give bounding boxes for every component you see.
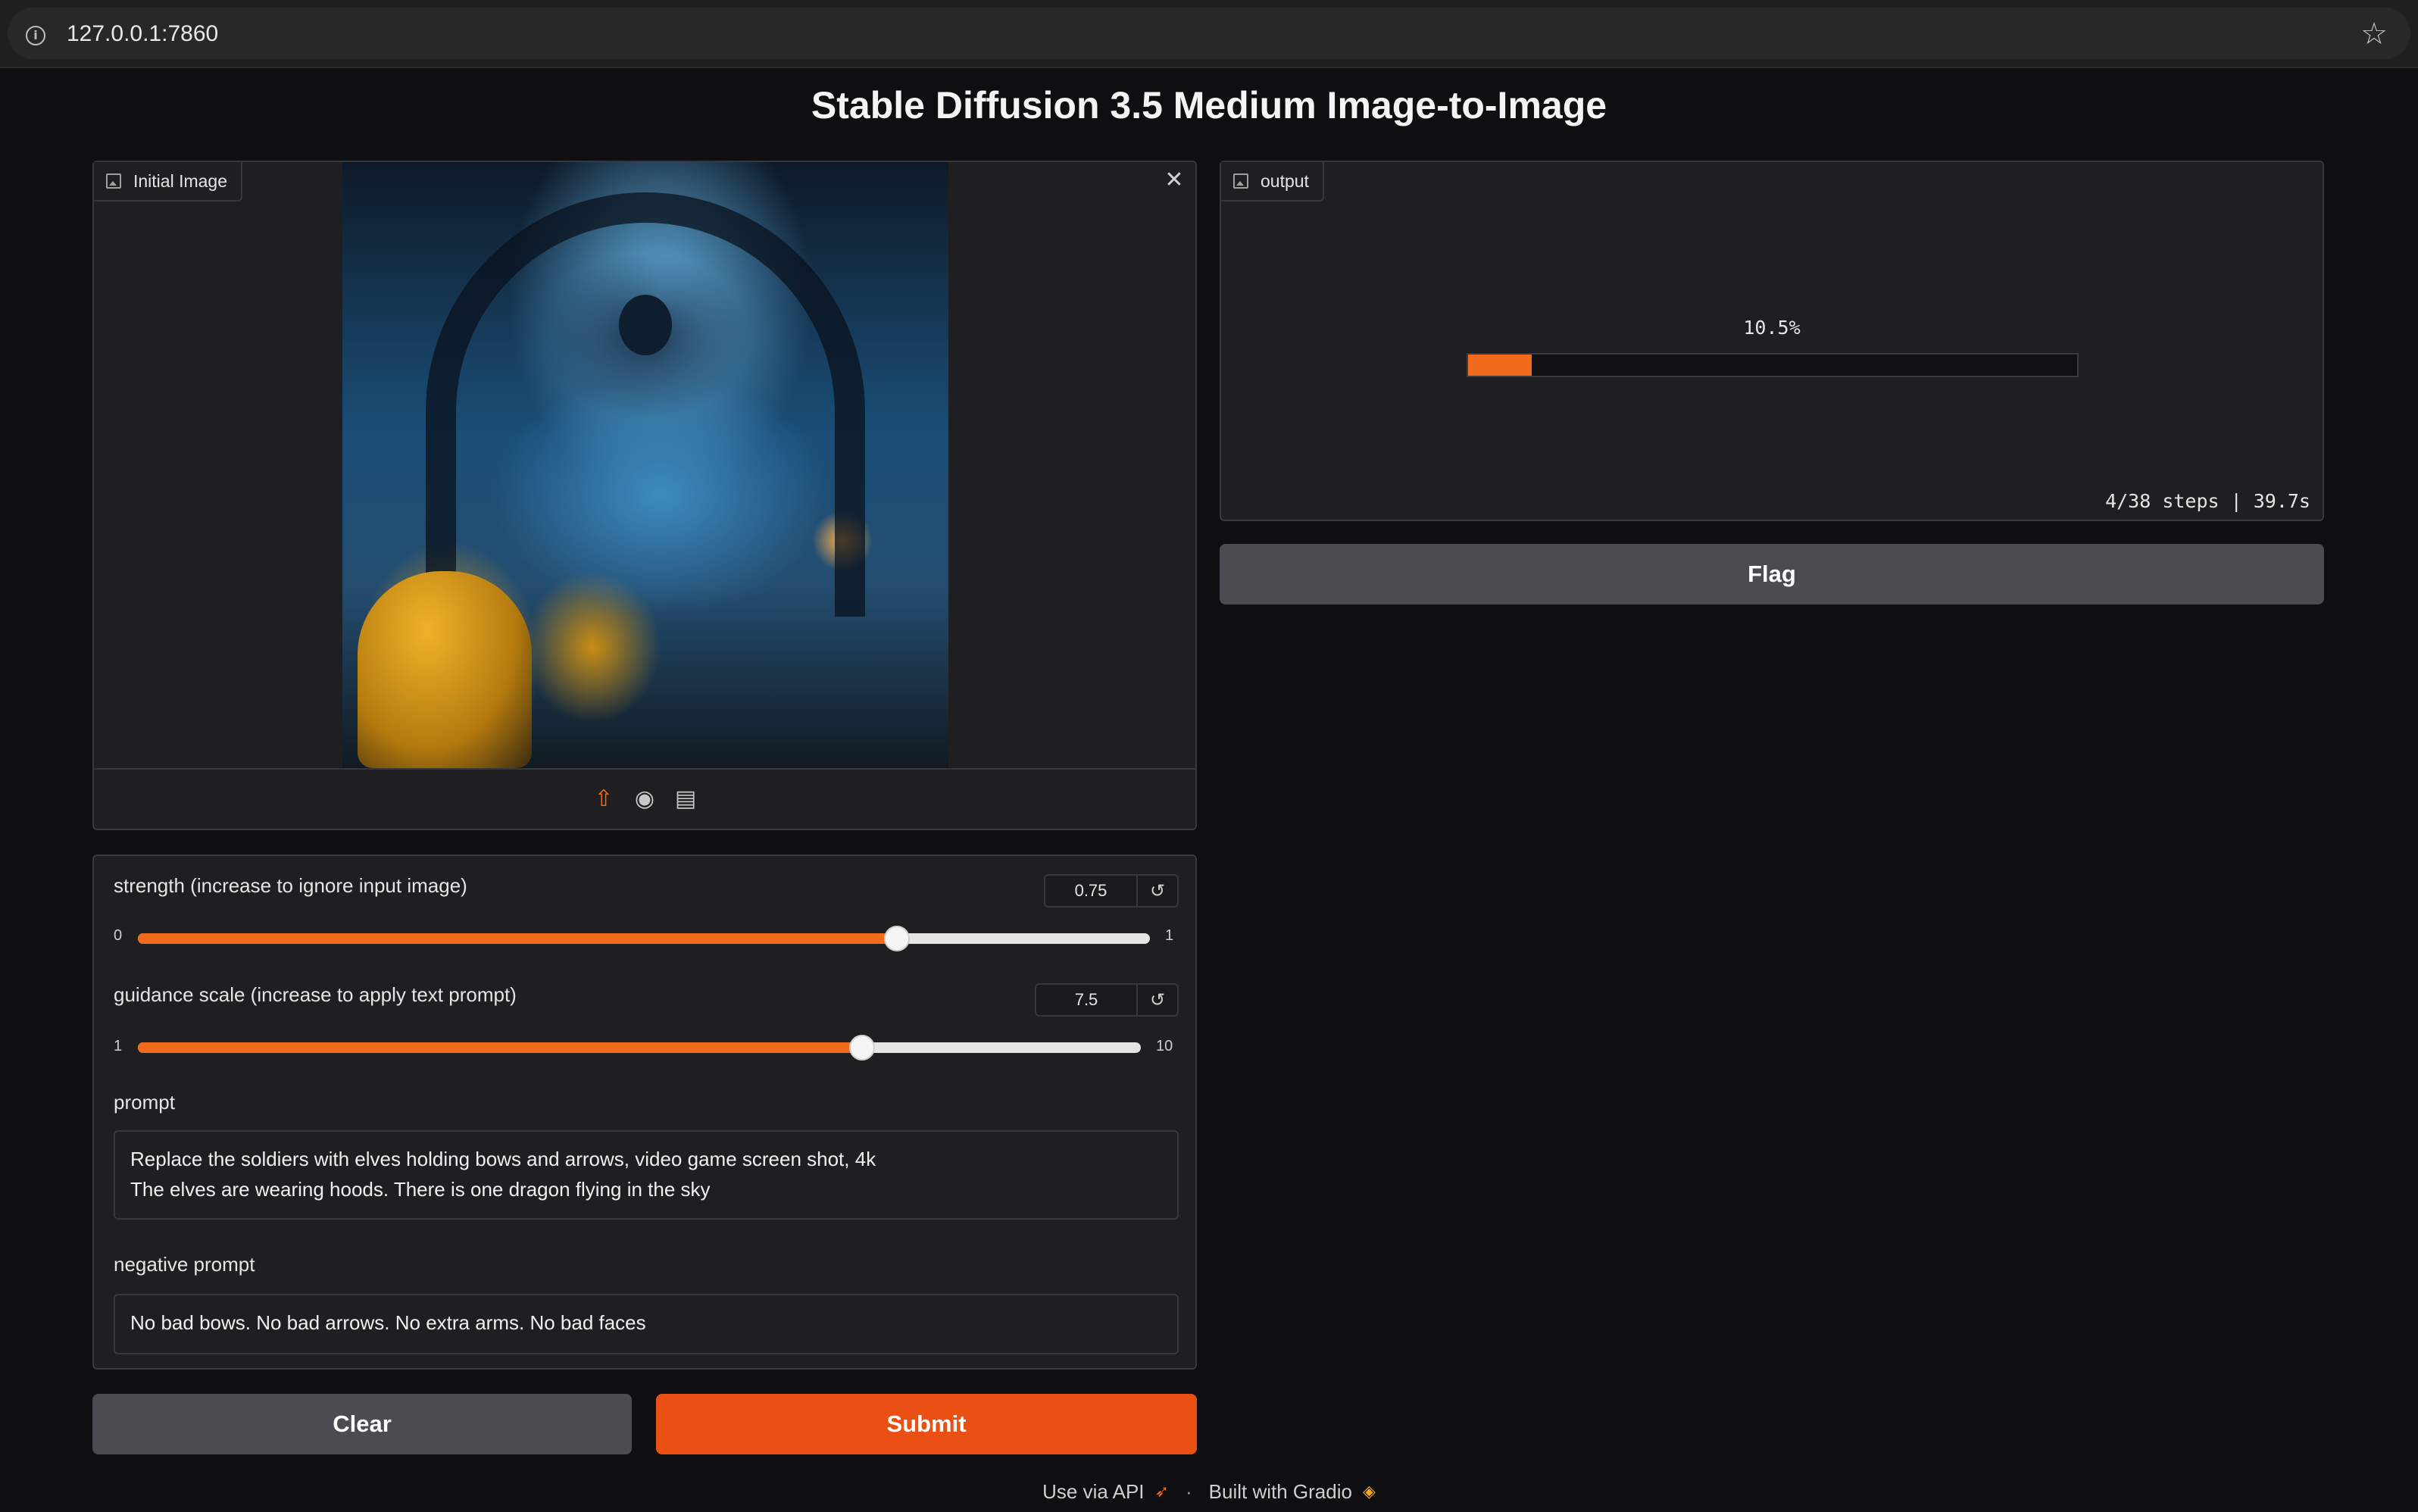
negative-prompt-label: negative prompt <box>114 1253 255 1276</box>
upload-icon[interactable]: ⇧ <box>590 786 617 813</box>
strength-number-box: 0.75 ↺ <box>1044 874 1179 908</box>
progress-eta: 4/38 steps | 39.7s <box>2105 490 2310 512</box>
progress-percent: 10.5% <box>1743 317 1801 339</box>
strength-min: 0 <box>114 927 123 944</box>
flag-button[interactable]: Flag <box>1220 544 2324 604</box>
guidance-max: 10 <box>1156 1038 1173 1054</box>
parameters-panel: strength (increase to ignore input image… <box>92 854 1197 1370</box>
footer-separator: · <box>1185 1480 1192 1503</box>
progress-bar-fill <box>1468 355 1532 376</box>
image-icon <box>1233 173 1248 189</box>
built-with-gradio-link[interactable]: Built with Gradio <box>1209 1480 1352 1504</box>
output-panel: output 10.5% 4/38 steps | 39.7s <box>1220 161 2324 521</box>
webcam-icon[interactable]: ◉ <box>631 786 658 813</box>
clear-button[interactable]: Clear <box>92 1394 632 1454</box>
progress-bar <box>1467 353 2079 377</box>
guidance-slider-thumb[interactable] <box>849 1035 876 1061</box>
guidance-label: guidance scale (increase to apply text p… <box>114 983 517 1006</box>
image-source-bar: ⇧ ◉ ▤ <box>94 768 1195 829</box>
bookmark-star-icon[interactable]: ☆ <box>2360 17 2388 52</box>
image-icon <box>106 173 121 189</box>
output-label: output <box>1221 162 1324 201</box>
guidance-reset-icon[interactable]: ↺ <box>1138 985 1177 1015</box>
strength-label: strength (increase to ignore input image… <box>114 874 467 897</box>
guidance-number-box: 7.5 ↺ <box>1035 983 1179 1017</box>
prompt-textarea[interactable]: Replace the soldiers with elves holding … <box>114 1130 1179 1220</box>
browser-toolbar: i 127.0.0.1:7860 ☆ <box>0 0 2418 68</box>
strength-max: 1 <box>1165 927 1174 944</box>
initial-image-preview <box>342 162 948 768</box>
initial-image-panel[interactable]: Initial Image ✕ ⇧ ◉ ▤ <box>92 161 1197 830</box>
submit-button[interactable]: Submit <box>656 1394 1197 1454</box>
guidance-number-input[interactable]: 7.5 <box>1036 985 1138 1015</box>
url-text[interactable]: 127.0.0.1:7860 <box>67 21 218 47</box>
gradio-logo-icon: ◈ <box>1362 1482 1376 1501</box>
guidance-slider-fill <box>138 1042 863 1053</box>
site-info-icon[interactable]: i <box>26 26 45 45</box>
strength-slider[interactable] <box>138 926 1150 951</box>
prompt-label: prompt <box>114 1091 175 1114</box>
strength-number-input[interactable]: 0.75 <box>1045 876 1138 906</box>
strength-slider-fill <box>138 933 897 944</box>
page-title: Stable Diffusion 3.5 Medium Image-to-Ima… <box>811 84 1607 127</box>
clipboard-icon[interactable]: ▤ <box>672 786 699 813</box>
strength-slider-thumb[interactable] <box>884 926 910 951</box>
use-via-api-link[interactable]: Use via API <box>1042 1480 1144 1504</box>
guidance-min: 1 <box>114 1038 123 1054</box>
guidance-slider[interactable] <box>138 1035 1141 1061</box>
address-bar[interactable]: i 127.0.0.1:7860 ☆ <box>8 8 2410 59</box>
strength-reset-icon[interactable]: ↺ <box>1138 876 1177 906</box>
negative-prompt-input[interactable]: No bad bows. No bad arrows. No extra arm… <box>114 1294 1179 1354</box>
clear-image-close-icon[interactable]: ✕ <box>1161 167 1188 194</box>
footer: Use via API ➶ · Built with Gradio ◈ <box>0 1480 2418 1504</box>
initial-image-label: Initial Image <box>94 162 243 201</box>
rocket-icon: ➶ <box>1154 1482 1169 1501</box>
